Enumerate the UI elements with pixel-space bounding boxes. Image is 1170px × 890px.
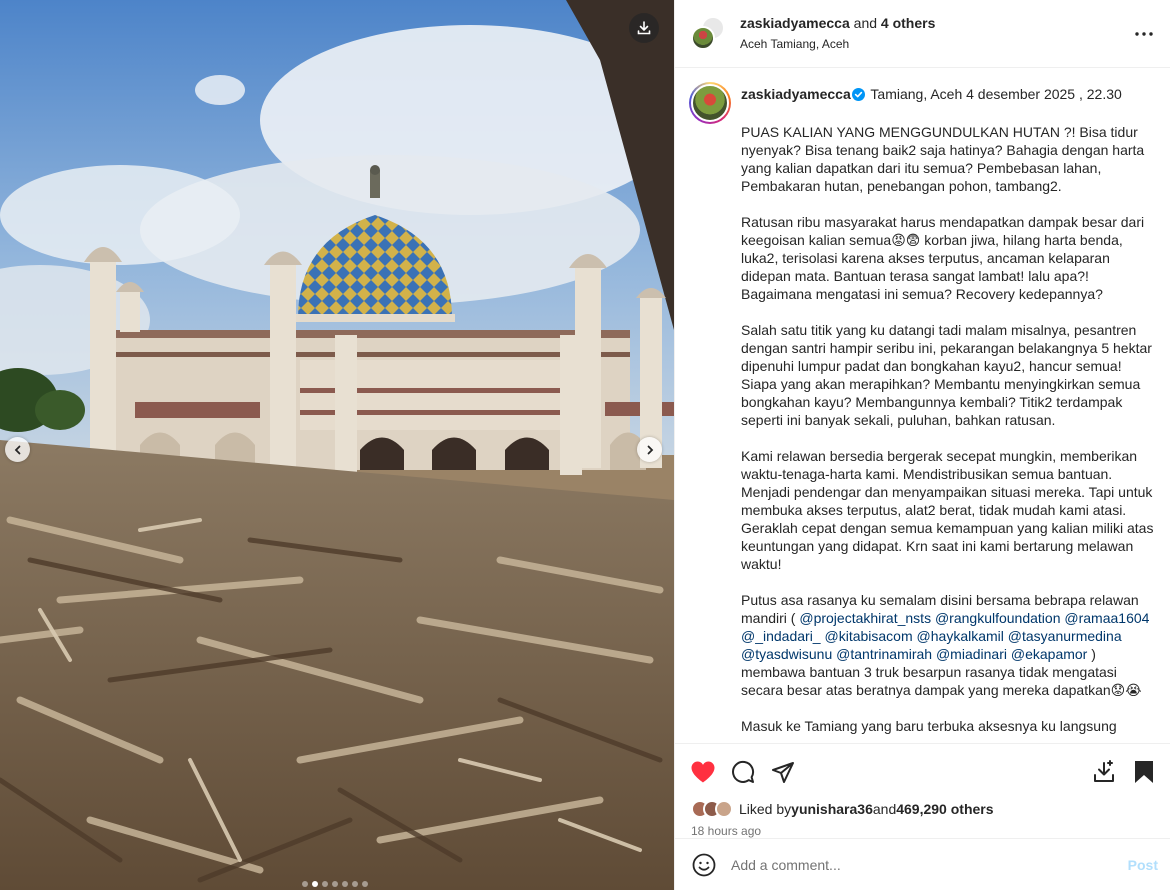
- share-icon: [772, 761, 794, 783]
- like-button[interactable]: [689, 758, 717, 786]
- carousel-dot: [322, 881, 328, 887]
- header-username[interactable]: zaskiadyamecca: [740, 15, 850, 31]
- carousel-dot: [352, 881, 358, 887]
- likes-prefix: Liked by: [739, 801, 792, 817]
- emoji-icon: [692, 853, 716, 876]
- mention-link[interactable]: @ekapamor: [1011, 646, 1087, 662]
- mention-link[interactable]: @ramaa1604: [1064, 610, 1149, 626]
- caption-paragraph: PUAS KALIAN YANG MENGGUNDULKAN HUTAN ?! …: [741, 124, 1145, 194]
- avatar: [691, 84, 729, 122]
- header-collaborators-count[interactable]: 4 others: [881, 15, 935, 31]
- verified-badge-icon: [851, 87, 865, 105]
- download-icon: [1094, 759, 1114, 782]
- caption-body: PUAS KALIAN YANG MENGGUNDULKAN HUTAN ?! …: [741, 123, 1154, 735]
- caption-paragraph: Salah satu titik yang ku datangi tadi ma…: [741, 322, 1152, 428]
- comment-bar: Post: [675, 838, 1170, 890]
- carousel-dot: [302, 881, 308, 887]
- likes-summary: Liked by yunishara36 and 469,290 others: [675, 799, 1170, 819]
- heart-filled-icon: [691, 761, 715, 782]
- caption-paragraph: Kami relawan bersedia bergerak secepat m…: [741, 448, 1154, 572]
- mention-link[interactable]: @projectakhirat_nsts: [799, 610, 931, 626]
- liker-avatars[interactable]: [691, 800, 733, 818]
- caption-paragraph-mentions: Putus asa rasanya ku semalam disini bers…: [741, 591, 1154, 699]
- carousel-dot: [342, 881, 348, 887]
- download-button[interactable]: [1090, 758, 1118, 786]
- comment-icon: [732, 760, 755, 783]
- mosque-flood-photo: [0, 0, 674, 890]
- mention-link[interactable]: @miadinari: [936, 646, 1007, 662]
- caption-paragraph: Masuk ke Tamiang yang baru terbuka akses…: [741, 718, 1117, 734]
- chevron-left-icon: [14, 445, 20, 454]
- carousel-next-button[interactable]: [637, 437, 662, 462]
- mention-link[interactable]: @tantrinamirah: [836, 646, 932, 662]
- header-names: zaskiadyamecca and 4 others Aceh Tamiang…: [740, 15, 1132, 52]
- caption-paragraph: Ratusan ribu masyarakat harus mendapatka…: [741, 214, 1145, 302]
- likes-middle: and: [872, 801, 897, 817]
- emoji-picker-button[interactable]: [691, 852, 717, 878]
- liker-username[interactable]: yunishara36: [791, 801, 873, 817]
- action-bar: [675, 743, 1170, 799]
- mention-link[interactable]: @rangkulfoundation: [935, 610, 1061, 626]
- post-comment-button[interactable]: Post: [1128, 857, 1158, 873]
- more-options-button[interactable]: [1132, 22, 1156, 46]
- caption: zaskiadyamecca Tamiang, Aceh 4 desember …: [741, 82, 1154, 743]
- download-icon: [637, 21, 651, 35]
- mention-link[interactable]: @kitabisacom: [825, 628, 913, 644]
- post-dialog: zaskiadyamecca and 4 others Aceh Tamiang…: [0, 0, 1170, 890]
- bookmark-filled-icon: [1135, 760, 1153, 783]
- header-location[interactable]: Aceh Tamiang, Aceh: [740, 37, 1132, 52]
- download-media-button[interactable]: [629, 13, 659, 43]
- mention-link[interactable]: @haykalkamil: [917, 628, 1004, 644]
- more-horizontal-icon: [1135, 31, 1153, 36]
- avatar: [691, 25, 715, 50]
- collab-avatars[interactable]: [691, 15, 725, 52]
- avatar: [715, 800, 733, 818]
- post-sidebar: zaskiadyamecca and 4 others Aceh Tamiang…: [674, 0, 1170, 890]
- header-collaborators-and: and: [853, 15, 881, 32]
- share-button[interactable]: [769, 758, 797, 786]
- comment-input[interactable]: [731, 856, 1120, 873]
- caption-header: zaskiadyamecca Tamiang, Aceh 4 desember …: [741, 85, 1154, 105]
- chevron-right-icon: [647, 445, 653, 454]
- caption-meta: Tamiang, Aceh 4 desember 2025 , 22.30: [870, 86, 1122, 102]
- mention-link[interactable]: @_indadari_: [741, 628, 821, 644]
- caption-avatar[interactable]: [689, 82, 731, 124]
- comment-button[interactable]: [729, 758, 757, 786]
- mention-link[interactable]: @tasyanurmedina: [1008, 628, 1122, 644]
- mention-link[interactable]: @tyasdwisunu: [741, 646, 832, 662]
- likes-count[interactable]: 469,290 others: [896, 801, 993, 817]
- caption-area: zaskiadyamecca Tamiang, Aceh 4 desember …: [675, 68, 1170, 743]
- save-button[interactable]: [1130, 758, 1158, 786]
- post-header: zaskiadyamecca and 4 others Aceh Tamiang…: [675, 0, 1170, 68]
- carousel-dot: [332, 881, 338, 887]
- carousel-prev-button[interactable]: [5, 437, 30, 462]
- caption-username[interactable]: zaskiadyamecca: [741, 86, 851, 102]
- carousel-indicator: [302, 881, 368, 887]
- carousel-dot: [312, 881, 318, 887]
- header-username-line[interactable]: zaskiadyamecca and 4 others: [740, 15, 1132, 33]
- post-media[interactable]: [0, 0, 674, 890]
- carousel-dot: [362, 881, 368, 887]
